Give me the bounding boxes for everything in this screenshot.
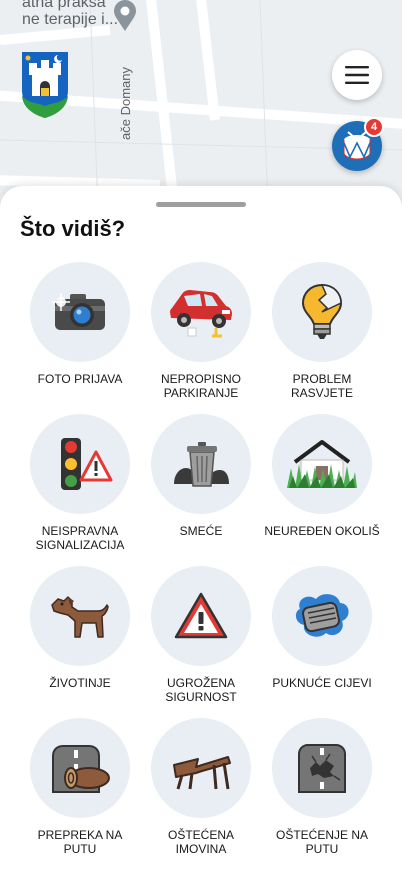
trash-bin-icon bbox=[174, 442, 229, 487]
category-icon-circle bbox=[272, 566, 372, 666]
traffic-light-warning-icon bbox=[61, 438, 113, 490]
category-ugrozena-sigurnost[interactable]: UGROŽENA SIGURNOST bbox=[141, 566, 261, 718]
broken-bench-icon bbox=[173, 756, 231, 790]
category-label: NEPROPISNO PARKIRANJE bbox=[160, 372, 241, 400]
menu-button[interactable] bbox=[332, 50, 382, 100]
map-place-label: ne terapije i... bbox=[22, 11, 119, 28]
hamburger-menu-icon bbox=[345, 66, 369, 84]
category-label: SMEĆE bbox=[179, 524, 223, 538]
category-icon-circle bbox=[30, 414, 130, 514]
notification-count-badge: 4 bbox=[364, 117, 384, 137]
category-zivotinje[interactable]: ŽIVOTINJE bbox=[20, 566, 140, 718]
warning-triangle-icon bbox=[174, 592, 228, 639]
dog-icon bbox=[51, 596, 109, 638]
category-icon-circle bbox=[30, 566, 130, 666]
category-nepropisno-parkiranje[interactable]: NEPROPISNO PARKIRANJE bbox=[141, 262, 261, 414]
category-icon-circle bbox=[272, 414, 372, 514]
category-grid: FOTO PRIJAVA NEPROPISNO PARKIRANJE PROBL… bbox=[20, 262, 382, 870]
category-neispravna-signalizacija[interactable]: NEISPRAVNA SIGNALIZACIJA bbox=[20, 414, 140, 566]
road-obstacle-icon bbox=[52, 745, 110, 793]
category-icon-circle bbox=[272, 262, 372, 362]
category-label: PUKNUĆE CIJEVI bbox=[272, 676, 372, 690]
road-damage-icon bbox=[298, 744, 346, 793]
category-smece[interactable]: SMEĆE bbox=[141, 414, 261, 566]
category-icon-circle bbox=[272, 718, 372, 818]
category-label: NEISPRAVNA SIGNALIZACIJA bbox=[35, 524, 125, 552]
sheet-title: Što vidiš? bbox=[20, 216, 126, 241]
broken-bulb-icon bbox=[301, 283, 343, 339]
category-icon-circle bbox=[30, 262, 130, 362]
category-icon-circle bbox=[151, 262, 251, 362]
category-label: OŠTEĆENJE NA PUTU bbox=[275, 828, 368, 856]
category-problem-rasvjete[interactable]: PROBLEM RASVJETE bbox=[262, 262, 382, 414]
category-label: PREPREKA NA PUTU bbox=[37, 828, 123, 856]
category-puknuce-cijevi[interactable]: PUKNUĆE CIJEVI bbox=[262, 566, 382, 718]
category-label: FOTO PRIJAVA bbox=[37, 372, 123, 386]
category-icon-circle bbox=[151, 566, 251, 666]
category-icon-circle bbox=[151, 414, 251, 514]
category-label: OŠTEĆENA IMOVINA bbox=[167, 828, 234, 856]
category-icon-circle bbox=[30, 718, 130, 818]
category-neureden-okolis[interactable]: NEUREĐEN OKOLIŠ bbox=[262, 414, 382, 566]
category-foto-prijava[interactable]: FOTO PRIJAVA bbox=[20, 262, 140, 414]
category-prepreka-na-putu[interactable]: PREPREKA NA PUTU bbox=[20, 718, 140, 870]
wrong-parking-car-icon bbox=[170, 290, 232, 338]
category-ostecena-imovina[interactable]: OŠTEĆENA IMOVINA bbox=[141, 718, 261, 870]
city-crest-logo bbox=[20, 50, 70, 120]
category-icon-circle bbox=[151, 718, 251, 818]
category-label: NEUREĐEN OKOLIŠ bbox=[264, 524, 380, 538]
report-category-sheet: Što vidiš? FOTO PRIJAVA NEPROPISNO PARKI… bbox=[0, 186, 402, 874]
sheet-drag-handle[interactable] bbox=[156, 202, 246, 207]
category-ostecenje-na-putu[interactable]: OŠTEĆENJE NA PUTU bbox=[262, 718, 382, 870]
overgrown-grass-icon bbox=[287, 440, 357, 488]
category-label: ŽIVOTINJE bbox=[49, 676, 111, 690]
category-label: PROBLEM RASVJETE bbox=[290, 372, 353, 400]
camera-icon bbox=[52, 293, 105, 330]
category-label: UGROŽENA SIGURNOST bbox=[165, 676, 237, 704]
burst-pipe-icon bbox=[295, 594, 349, 637]
street-label: ače Domany bbox=[118, 67, 133, 140]
